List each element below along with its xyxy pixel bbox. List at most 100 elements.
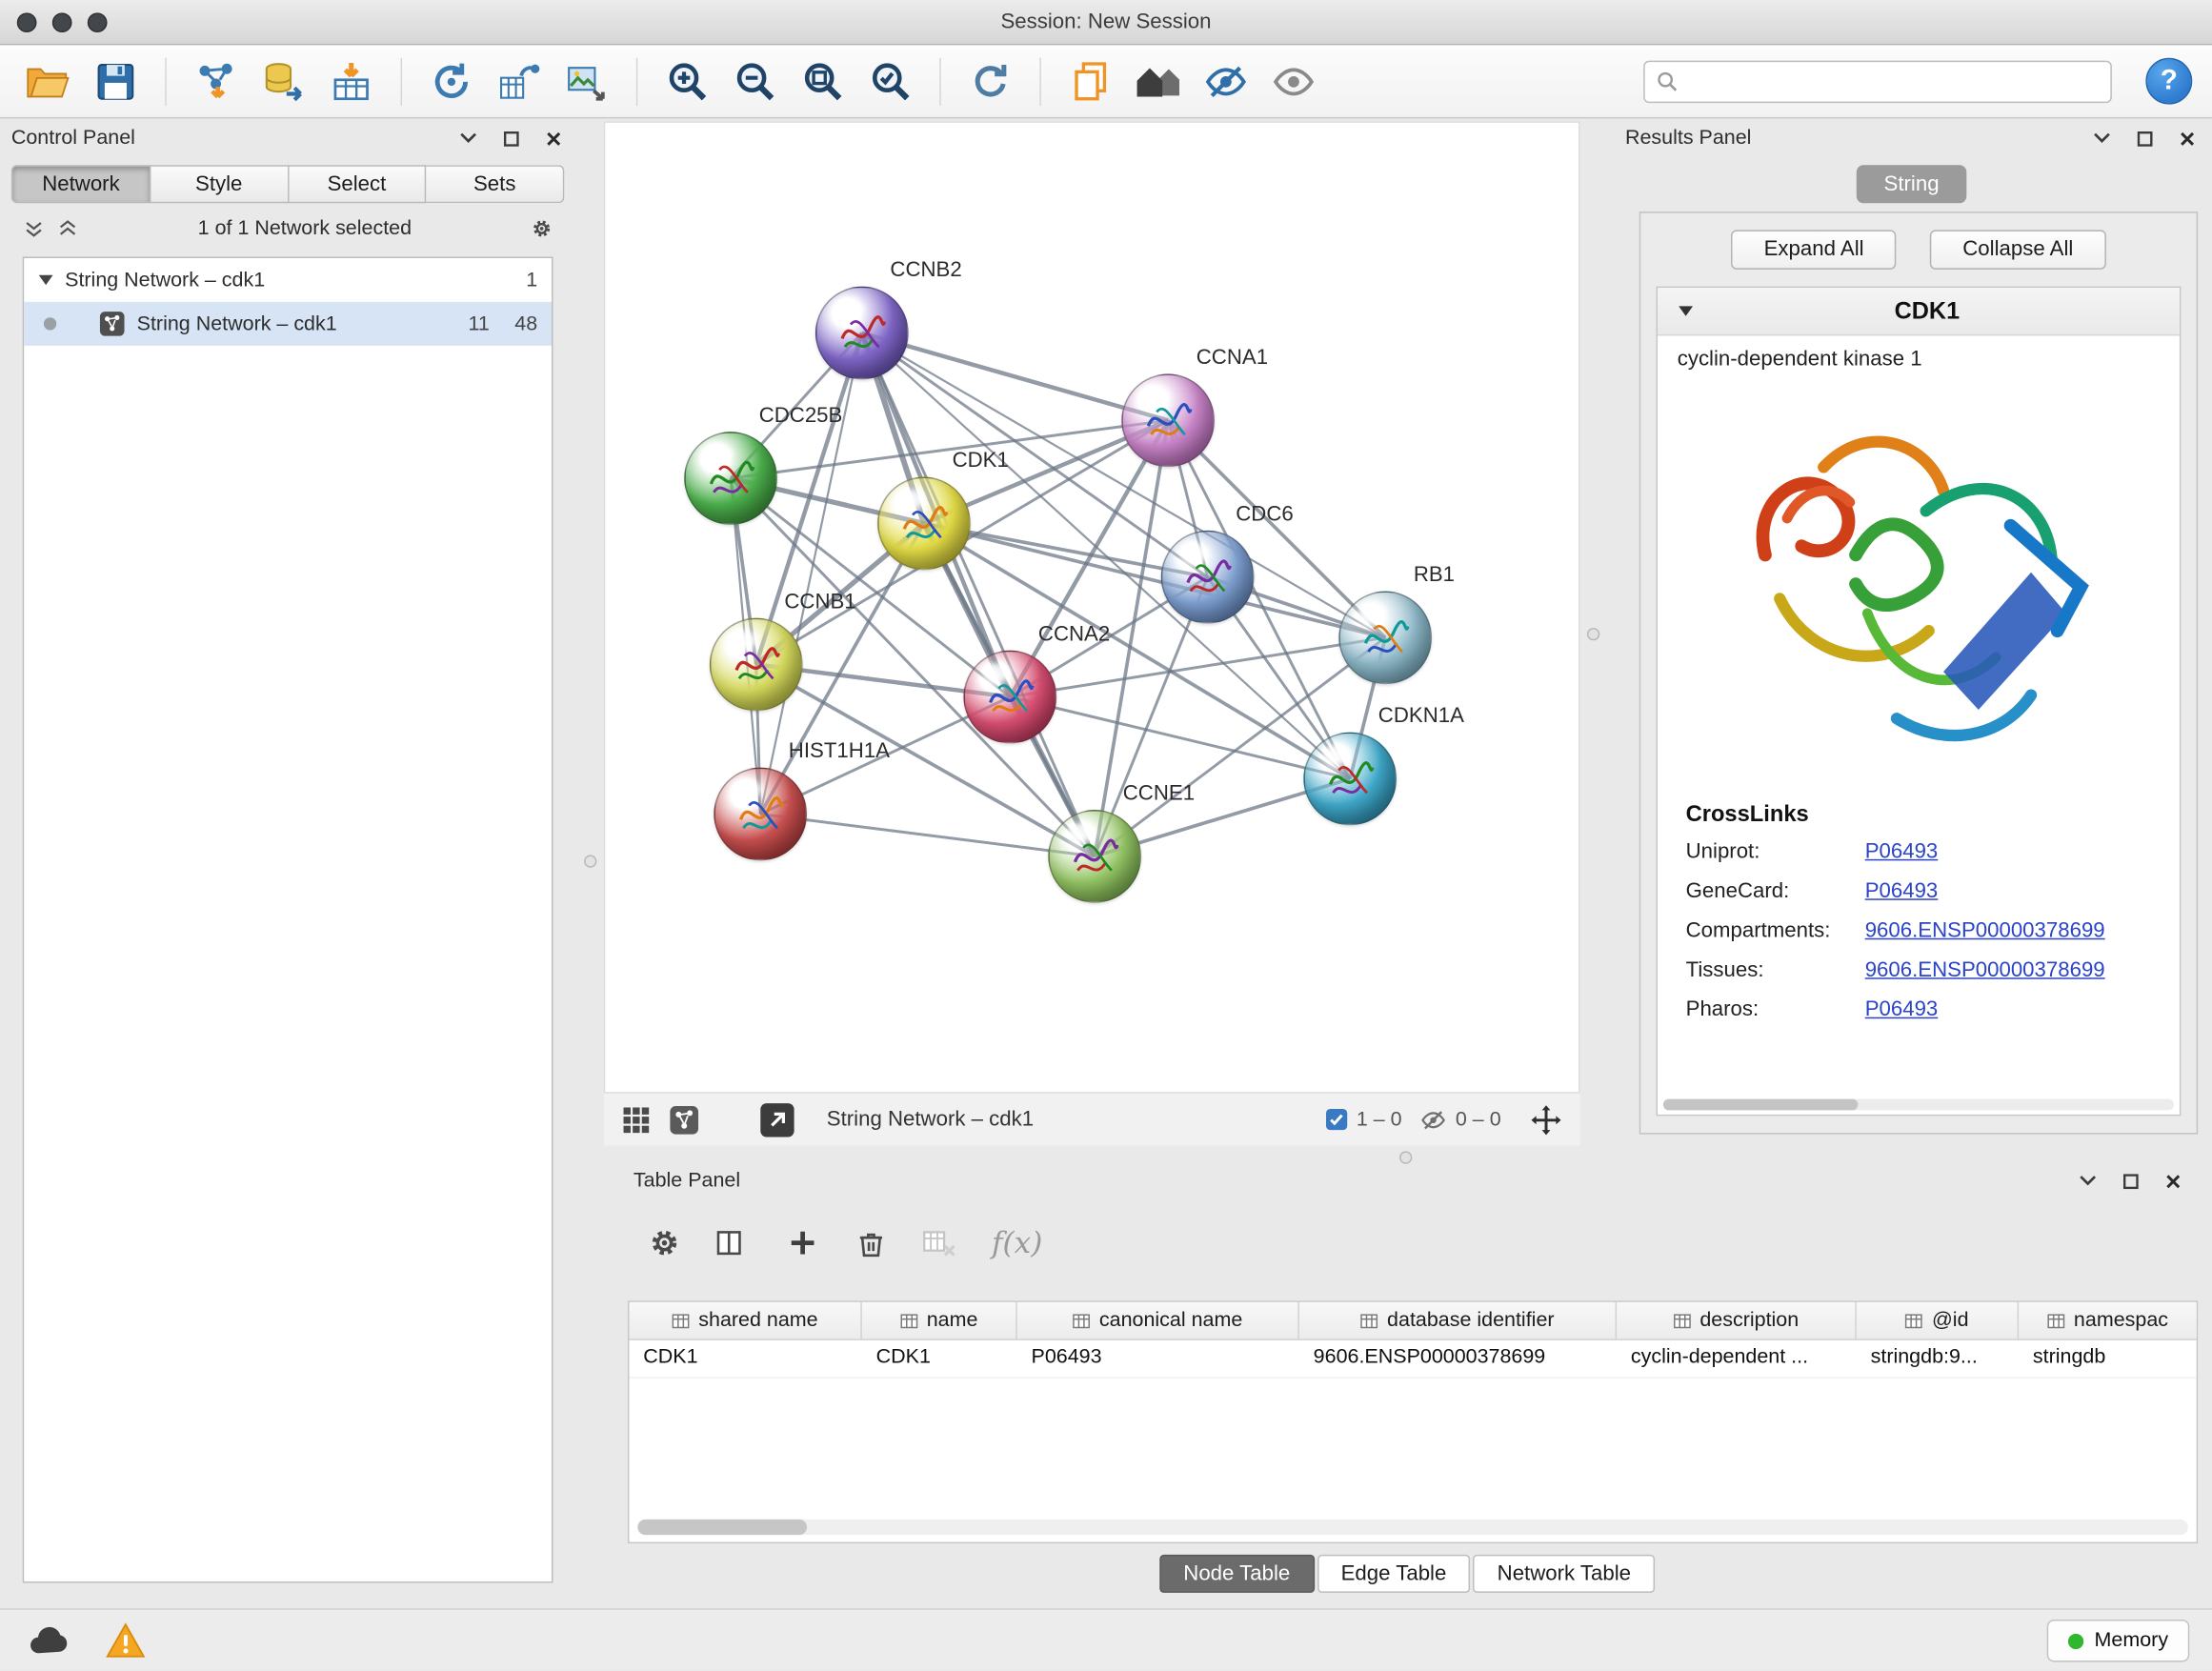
zoom-selected-button[interactable] — [862, 53, 918, 110]
birdseye-grid-icon[interactable] — [621, 1104, 653, 1136]
panel-close-icon[interactable] — [2162, 1170, 2184, 1193]
network-node-cdk1[interactable] — [877, 477, 971, 571]
gear-icon[interactable] — [648, 1226, 682, 1260]
network-node-cdc6[interactable] — [1161, 531, 1255, 624]
network-edge[interactable] — [862, 332, 1168, 420]
warning-icon[interactable] — [105, 1621, 147, 1660]
show-all-button[interactable] — [1265, 53, 1321, 110]
network-node-cdkn1a[interactable] — [1303, 733, 1397, 826]
expand-all-button[interactable]: Expand All — [1732, 230, 1897, 269]
string-network-icon[interactable] — [669, 1104, 700, 1136]
refresh-button[interactable] — [962, 53, 1018, 110]
column-header-description[interactable]: description — [1617, 1302, 1857, 1339]
table-horizontal-scrollbar[interactable] — [637, 1520, 2187, 1535]
expander-icon[interactable] — [38, 273, 53, 286]
tab-network[interactable]: Network — [11, 165, 151, 203]
expander-icon[interactable] — [1678, 305, 1695, 317]
genecard-link[interactable]: P06493 — [1865, 879, 1939, 903]
panel-collapse-icon[interactable] — [2091, 127, 2114, 150]
open-in-new-icon[interactable] — [759, 1101, 796, 1138]
compartments-link[interactable]: 9606.ENSP00000378699 — [1865, 918, 2105, 942]
vertical-splitter-handle[interactable] — [584, 855, 596, 867]
eye-slash-icon[interactable] — [1418, 1105, 1447, 1134]
network-node-ccnb1[interactable] — [710, 618, 803, 712]
network-node-cdc25b[interactable] — [684, 432, 777, 525]
delete-icon[interactable] — [854, 1226, 888, 1260]
cell-canonical-name[interactable]: P06493 — [1017, 1340, 1299, 1378]
network-from-table-button[interactable] — [491, 53, 547, 110]
zoom-out-button[interactable] — [727, 53, 783, 110]
tab-sets[interactable]: Sets — [427, 165, 565, 203]
gear-icon[interactable] — [531, 217, 553, 240]
panel-float-icon[interactable] — [499, 127, 522, 150]
window-minimize-button[interactable] — [52, 12, 72, 32]
column-header-name[interactable]: name — [862, 1302, 1017, 1339]
network-edge[interactable] — [1010, 697, 1350, 779]
network-node-ccne1[interactable] — [1048, 810, 1141, 903]
column-header-database-identifier[interactable]: database identifier — [1299, 1302, 1617, 1339]
network-node-rb1[interactable] — [1338, 591, 1432, 684]
expand-all-networks-icon[interactable] — [23, 217, 46, 240]
gene-card-header[interactable]: CDK1 — [1658, 288, 2180, 335]
network-collection-row[interactable]: String Network – cdk1 1 — [24, 258, 552, 302]
column-header-canonical-name[interactable]: canonical name — [1017, 1302, 1299, 1339]
network-node-ccna2[interactable] — [963, 651, 1056, 744]
window-close-button[interactable] — [17, 12, 37, 32]
import-network-file-button[interactable] — [188, 53, 244, 110]
zoom-in-button[interactable] — [659, 53, 715, 110]
network-edge[interactable] — [760, 814, 1095, 856]
zoom-fit-button[interactable] — [794, 53, 851, 110]
memory-button[interactable]: Memory — [2046, 1620, 2189, 1661]
panel-collapse-icon[interactable] — [457, 127, 480, 150]
panel-float-icon[interactable] — [2133, 127, 2156, 150]
open-session-button[interactable] — [20, 53, 76, 110]
tab-network-table[interactable]: Network Table — [1473, 1555, 1655, 1593]
column-header-namespace[interactable]: namespac — [2019, 1302, 2197, 1339]
function-builder-icon[interactable]: f(x) — [992, 1226, 1042, 1260]
scrollbar-thumb[interactable] — [637, 1520, 807, 1535]
collapse-all-button[interactable]: Collapse All — [1930, 230, 2105, 269]
search-input[interactable] — [1687, 70, 2099, 92]
pharos-link[interactable]: P06493 — [1865, 997, 1939, 1021]
tab-string[interactable]: String — [1857, 165, 1967, 203]
network-row[interactable]: String Network – cdk1 11 48 — [24, 302, 552, 346]
panel-collapse-icon[interactable] — [2077, 1170, 2100, 1193]
window-zoom-button[interactable] — [88, 12, 108, 32]
vertical-splitter-handle[interactable] — [1587, 628, 1599, 640]
help-button[interactable]: ? — [2145, 58, 2192, 105]
home-button[interactable] — [1130, 53, 1186, 110]
table-row[interactable]: CDK1 CDK1 P06493 9606.ENSP00000378699 cy… — [629, 1340, 2196, 1379]
checkbox-icon[interactable] — [1324, 1107, 1348, 1131]
network-node-hist1h1a[interactable] — [714, 768, 807, 861]
results-horizontal-scrollbar[interactable] — [1663, 1099, 2174, 1111]
cell-namespace[interactable]: stringdb — [2019, 1340, 2197, 1378]
cell-shared-name[interactable]: CDK1 — [629, 1340, 861, 1378]
network-edge[interactable] — [862, 332, 1095, 856]
network-view[interactable]: CCNB2CCNA1CDC25BCDK1CDC6RB1CCNB1CCNA2CDK… — [604, 121, 1580, 1093]
tab-select[interactable]: Select — [289, 165, 427, 203]
add-row-icon[interactable] — [786, 1226, 820, 1260]
cell-description[interactable]: cyclin-dependent ... — [1617, 1340, 1857, 1378]
cloud-icon[interactable] — [26, 1621, 70, 1659]
cell-id[interactable]: stringdb:9... — [1857, 1340, 2019, 1378]
import-table-file-button[interactable] — [323, 53, 379, 110]
column-header-id[interactable]: @id — [1857, 1302, 2019, 1339]
panel-close-icon[interactable] — [2175, 127, 2198, 150]
add-column-icon[interactable] — [715, 1226, 753, 1260]
network-node-ccnb2[interactable] — [815, 287, 909, 380]
search-box[interactable] — [1643, 60, 2112, 102]
collapse-all-networks-icon[interactable] — [56, 217, 79, 240]
import-network-database-button[interactable] — [255, 53, 312, 110]
tab-edge-table[interactable]: Edge Table — [1317, 1555, 1470, 1593]
network-node-ccna1[interactable] — [1121, 373, 1215, 467]
copy-button[interactable] — [1062, 53, 1118, 110]
export-image-button[interactable] — [558, 53, 614, 110]
column-header-shared-name[interactable]: shared name — [629, 1302, 861, 1339]
cell-name[interactable]: CDK1 — [862, 1340, 1017, 1378]
tab-style[interactable]: Style — [151, 165, 289, 203]
horizontal-splitter-handle[interactable] — [1399, 1151, 1412, 1163]
tissues-link[interactable]: 9606.ENSP00000378699 — [1865, 958, 2105, 982]
panel-close-icon[interactable] — [542, 127, 565, 150]
hide-selected-button[interactable] — [1197, 53, 1254, 110]
panel-float-icon[interactable] — [2119, 1170, 2142, 1193]
